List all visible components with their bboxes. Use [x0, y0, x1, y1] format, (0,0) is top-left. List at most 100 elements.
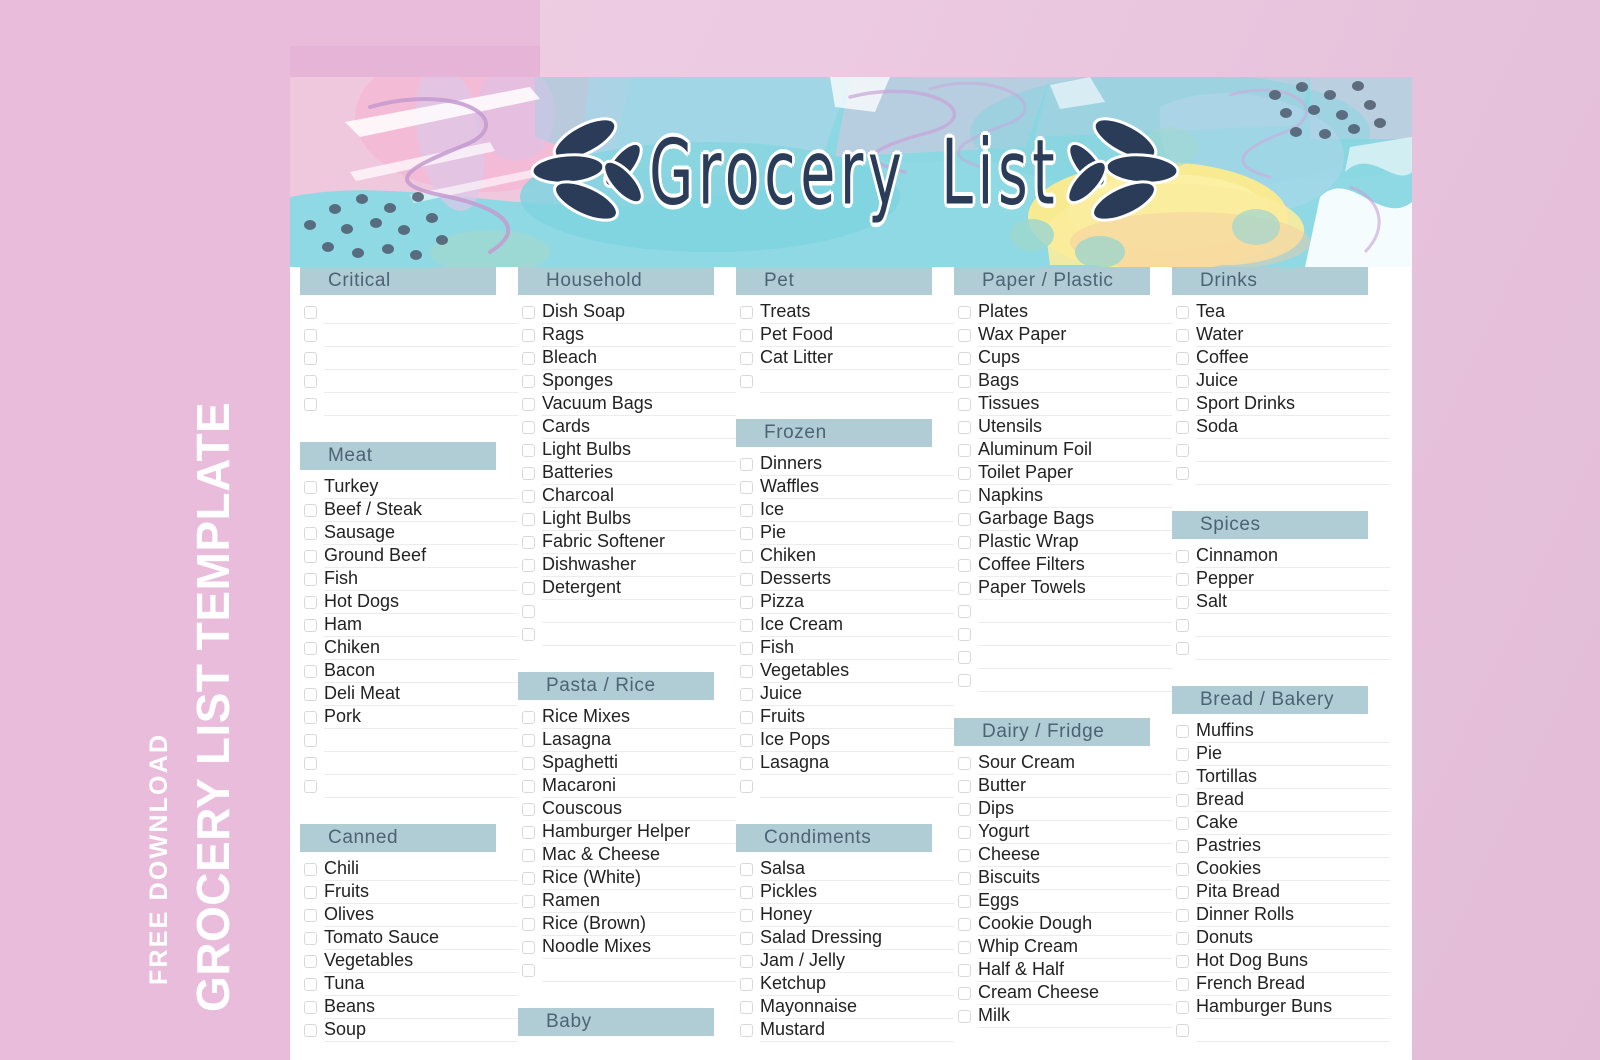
checklist-row[interactable]: Fish [736, 637, 954, 660]
checkbox-icon[interactable] [522, 352, 535, 365]
checkbox-icon[interactable] [1176, 398, 1189, 411]
checklist-row[interactable]: Muffins [1172, 720, 1390, 743]
checklist-row-blank[interactable] [300, 347, 518, 370]
checklist-row[interactable]: Salt [1172, 591, 1390, 614]
checkbox-icon[interactable] [1176, 306, 1189, 319]
checklist-row[interactable]: Vacuum Bags [518, 393, 736, 416]
checklist-row-blank[interactable] [954, 669, 1172, 692]
checklist-row[interactable]: Bacon [300, 660, 518, 683]
checkbox-icon[interactable] [740, 619, 753, 632]
checkbox-icon[interactable] [1176, 1001, 1189, 1014]
checklist-row[interactable]: Ground Beef [300, 545, 518, 568]
checklist-row-blank[interactable] [1172, 614, 1390, 637]
checklist-row[interactable]: Plates [954, 301, 1172, 324]
checklist-row[interactable]: Dish Soap [518, 301, 736, 324]
checklist-row[interactable]: Coffee Filters [954, 554, 1172, 577]
checklist-row[interactable]: Dinner Rolls [1172, 904, 1390, 927]
checklist-row[interactable]: Fabric Softener [518, 531, 736, 554]
checklist-row[interactable]: Tea [1172, 301, 1390, 324]
checkbox-icon[interactable] [522, 826, 535, 839]
checkbox-icon[interactable] [522, 803, 535, 816]
checkbox-icon[interactable] [522, 964, 535, 977]
checklist-row[interactable]: Water [1172, 324, 1390, 347]
checkbox-icon[interactable] [304, 932, 317, 945]
checkbox-icon[interactable] [740, 642, 753, 655]
checklist-row[interactable]: Mustard [736, 1019, 954, 1042]
checklist-row[interactable]: Pastries [1172, 835, 1390, 858]
checklist-row[interactable]: Ramen [518, 890, 736, 913]
checklist-row[interactable]: Tomato Sauce [300, 927, 518, 950]
checklist-row[interactable]: Fish [300, 568, 518, 591]
checklist-row[interactable]: Detergent [518, 577, 736, 600]
checklist-row[interactable]: Tortillas [1172, 766, 1390, 789]
checklist-row[interactable]: Pepper [1172, 568, 1390, 591]
checklist-row[interactable]: Sponges [518, 370, 736, 393]
checkbox-icon[interactable] [1176, 863, 1189, 876]
checkbox-icon[interactable] [958, 444, 971, 457]
checklist-row[interactable]: Cheese [954, 844, 1172, 867]
checklist-row[interactable]: Lasagna [518, 729, 736, 752]
checklist-row[interactable]: Hamburger Buns [1172, 996, 1390, 1019]
checkbox-icon[interactable] [740, 886, 753, 899]
checklist-row[interactable]: Ice Pops [736, 729, 954, 752]
checklist-row-blank[interactable] [300, 752, 518, 775]
checkbox-icon[interactable] [522, 375, 535, 388]
checklist-row[interactable]: Rice (Brown) [518, 913, 736, 936]
checklist-row[interactable]: Light Bulbs [518, 508, 736, 531]
checkbox-icon[interactable] [740, 306, 753, 319]
checklist-row[interactable]: Treats [736, 301, 954, 324]
checklist-row[interactable]: Batteries [518, 462, 736, 485]
checkbox-icon[interactable] [958, 757, 971, 770]
checklist-row-blank[interactable] [300, 393, 518, 416]
checkbox-icon[interactable] [522, 444, 535, 457]
checklist-row-blank[interactable] [300, 370, 518, 393]
checklist-row[interactable]: Dips [954, 798, 1172, 821]
checklist-row[interactable]: Milk [954, 1005, 1172, 1028]
checklist-row[interactable]: Jam / Jelly [736, 950, 954, 973]
checklist-row[interactable]: Tissues [954, 393, 1172, 416]
checkbox-icon[interactable] [958, 826, 971, 839]
checklist-row[interactable]: Charcoal [518, 485, 736, 508]
checkbox-icon[interactable] [1176, 573, 1189, 586]
checkbox-icon[interactable] [958, 398, 971, 411]
checkbox-icon[interactable] [522, 398, 535, 411]
checkbox-icon[interactable] [958, 582, 971, 595]
checkbox-icon[interactable] [522, 513, 535, 526]
checkbox-icon[interactable] [958, 964, 971, 977]
checklist-row-blank[interactable] [518, 600, 736, 623]
checkbox-icon[interactable] [958, 872, 971, 885]
checklist-row[interactable]: Cake [1172, 812, 1390, 835]
checklist-row-blank[interactable] [954, 600, 1172, 623]
checkbox-icon[interactable] [958, 490, 971, 503]
checkbox-icon[interactable] [522, 895, 535, 908]
checkbox-icon[interactable] [740, 329, 753, 342]
checkbox-icon[interactable] [522, 734, 535, 747]
checklist-row[interactable]: Utensils [954, 416, 1172, 439]
checklist-row[interactable]: Soup [300, 1019, 518, 1042]
checklist-row[interactable]: Soda [1172, 416, 1390, 439]
checkbox-icon[interactable] [1176, 550, 1189, 563]
checkbox-icon[interactable] [958, 559, 971, 572]
checkbox-icon[interactable] [1176, 329, 1189, 342]
checkbox-icon[interactable] [522, 849, 535, 862]
checkbox-icon[interactable] [958, 352, 971, 365]
checkbox-icon[interactable] [1176, 771, 1189, 784]
checklist-row[interactable]: Ham [300, 614, 518, 637]
checkbox-icon[interactable] [1176, 817, 1189, 830]
checkbox-icon[interactable] [304, 688, 317, 701]
checklist-row[interactable]: Desserts [736, 568, 954, 591]
checkbox-icon[interactable] [740, 734, 753, 747]
checkbox-icon[interactable] [740, 458, 753, 471]
checklist-row[interactable]: Rice Mixes [518, 706, 736, 729]
checklist-row[interactable]: Cookies [1172, 858, 1390, 881]
checkbox-icon[interactable] [304, 550, 317, 563]
checklist-row[interactable]: Ice [736, 499, 954, 522]
checklist-row[interactable]: Chili [300, 858, 518, 881]
checkbox-icon[interactable] [304, 375, 317, 388]
checkbox-icon[interactable] [304, 573, 317, 586]
checkbox-icon[interactable] [1176, 642, 1189, 655]
checkbox-icon[interactable] [522, 605, 535, 618]
checklist-row[interactable]: Cream Cheese [954, 982, 1172, 1005]
checkbox-icon[interactable] [1176, 725, 1189, 738]
checkbox-icon[interactable] [304, 527, 317, 540]
